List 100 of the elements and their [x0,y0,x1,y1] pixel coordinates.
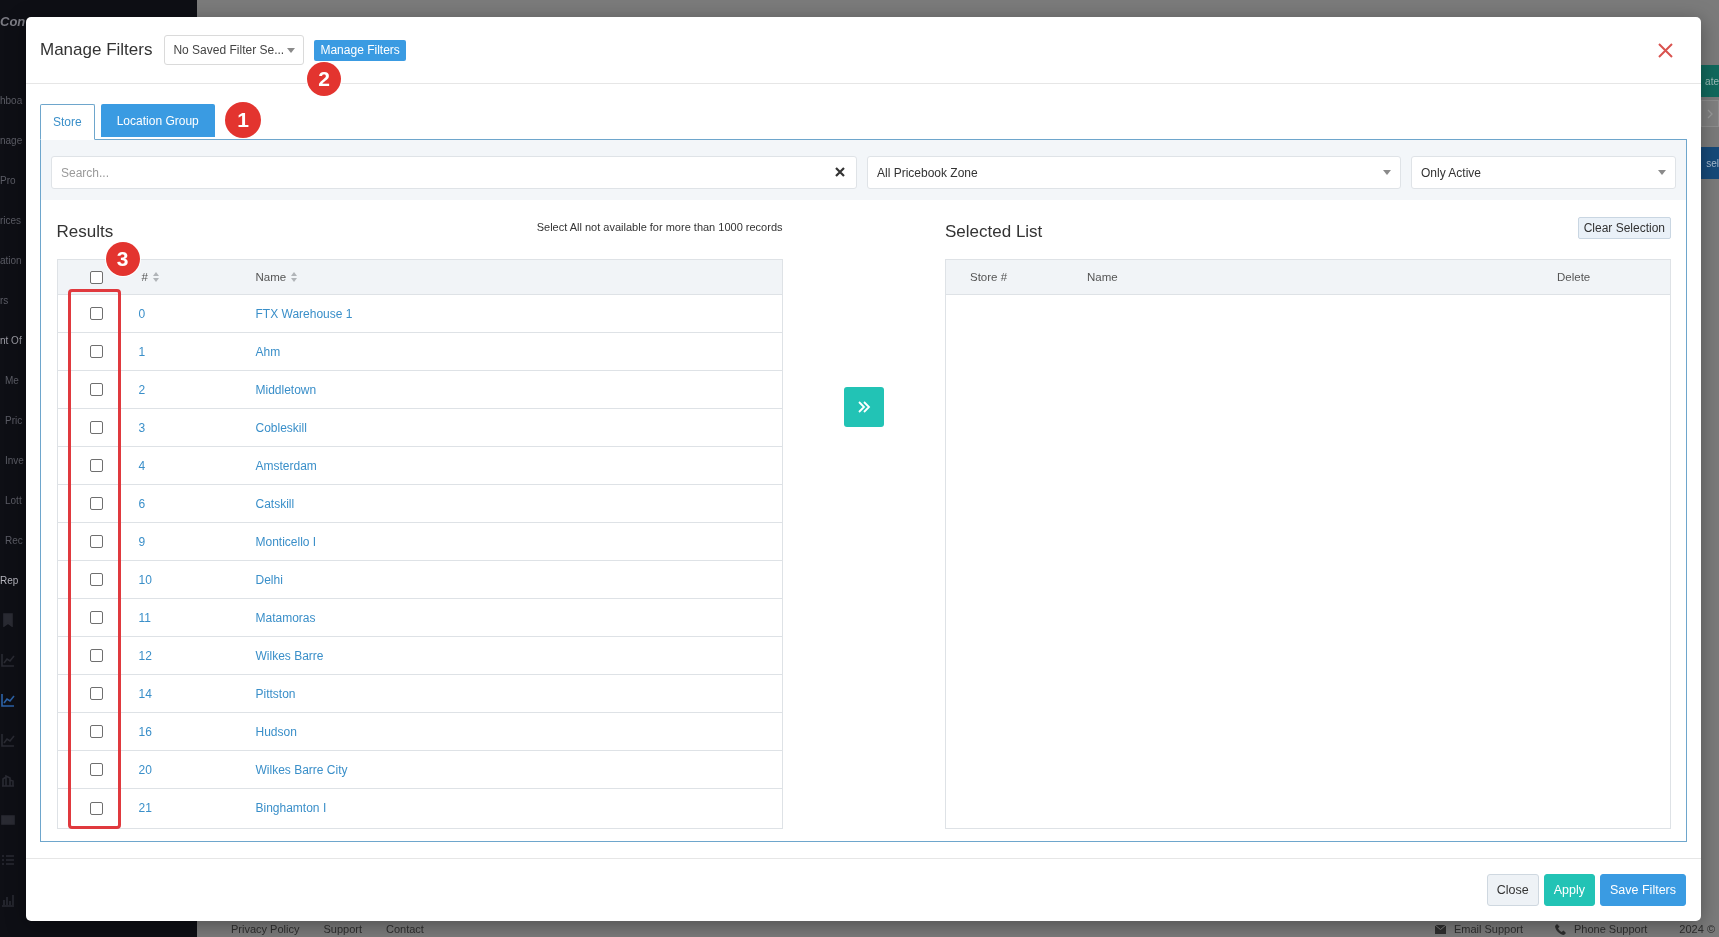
sidebar-item[interactable]: ation [0,254,22,266]
footer-link[interactable]: Privacy Policy [231,923,300,935]
select-all-note: Select All not available for more than 1000 records [536,221,783,233]
app-logo: Con [0,13,26,31]
search-field[interactable]: Search... [51,156,857,189]
sidebar-item[interactable]: Pro [0,174,16,186]
sidebar-subitem[interactable]: Pric [5,414,23,426]
sidebar-subitem[interactable]: Me [5,374,19,386]
store-name-link[interactable]: Wilkes Barre City [255,762,348,777]
phone-icon [1554,923,1566,935]
row-checkbox[interactable] [89,611,103,624]
row-checkbox[interactable] [89,383,103,396]
store-name-link[interactable]: Binghamton I [255,801,327,815]
side-panel-toggle[interactable] [1701,100,1719,127]
close-icon [1657,42,1673,58]
double-chevron-icon [856,401,871,413]
store-name-link[interactable]: Ahm [255,344,281,359]
sidebar-subitem[interactable]: Rec [5,534,23,546]
store-number-link[interactable]: 20 [138,762,152,777]
footer-link[interactable]: Phone Support [1573,923,1648,935]
line-chart-icon[interactable] [1,693,15,707]
caret-icon [1383,170,1391,175]
step-badge: 2 [307,62,341,96]
column-header: Name [1087,271,1118,283]
sidebar-item[interactable]: nage [0,134,23,146]
store-number-link[interactable]: 10 [138,572,152,587]
row-checkbox[interactable] [89,687,103,700]
manage-filters-button[interactable]: Manage Filters [314,39,406,61]
row-checkbox[interactable] [89,497,103,510]
copyright-text: 2024 © [1679,923,1715,935]
row-checkbox[interactable] [89,535,103,548]
store-number-link[interactable]: 4 [138,458,146,473]
clear-icon[interactable] [835,167,845,177]
step-badge: 1 [225,102,261,138]
store-name-link[interactable]: Hudson [255,724,297,739]
row-checkbox[interactable] [89,307,103,320]
row-checkbox[interactable] [89,573,103,586]
status-select[interactable]: Only Active [1411,156,1676,189]
store-name-link[interactable]: Catskill [255,496,295,511]
row-checkbox[interactable] [89,649,103,662]
section-title: Selected List [945,221,1043,243]
store-number-link[interactable]: 1 [138,344,146,359]
clear-selection-button[interactable]: Clear Selection [1577,217,1671,239]
row-checkbox[interactable] [89,725,103,738]
section-title: Results [56,221,114,243]
sidebar-subitem[interactable]: Lott [5,494,22,506]
store-name-link[interactable]: Cobleskill [255,420,307,435]
sidebar-subitem[interactable]: Inve [5,454,24,466]
saved-filter-select[interactable]: No Saved Filter Se... [164,35,305,65]
store-number-link[interactable]: 9 [138,534,146,549]
column-header[interactable]: Name [255,271,287,283]
row-checkbox[interactable] [89,421,103,434]
store-number-link[interactable]: 21 [138,801,152,815]
store-number-link[interactable]: 12 [138,648,152,663]
store-number-link[interactable]: 6 [138,496,146,511]
row-checkbox[interactable] [89,801,103,815]
row-checkbox[interactable] [89,345,103,358]
store-number-link[interactable]: 14 [138,686,152,701]
step-badge: 3 [105,242,140,276]
sidebar-item[interactable]: nt Of [0,334,22,346]
footer-button[interactable]: Save Filters [1600,874,1686,906]
column-header: Store # [970,271,1008,283]
footer-link[interactable]: Email Support [1453,923,1523,935]
partial-button[interactable]: sel [1701,147,1719,179]
sidebar-item[interactable]: rices [0,214,22,226]
store-name-link[interactable]: Pittston [255,686,296,701]
footer-link[interactable]: Support [323,923,362,935]
pricebook-zone-select[interactable]: All Pricebook Zone [867,156,1401,189]
store-name-link[interactable]: Amsterdam [255,458,317,473]
footer-button[interactable]: Apply [1543,874,1595,906]
row-checkbox[interactable] [89,459,103,472]
tab[interactable]: Location Group [100,104,215,137]
store-number-link[interactable]: 3 [138,420,146,435]
caret-icon [1658,170,1666,175]
row-checkbox[interactable] [89,763,103,776]
store-name-link[interactable]: Delhi [255,572,283,587]
sidebar-item[interactable]: Rep [0,574,19,586]
envelope-icon [1434,924,1446,934]
partial-button[interactable]: ate [1701,65,1719,97]
store-number-link[interactable]: 11 [138,610,151,625]
footer-link[interactable]: Contact [386,923,424,935]
store-number-link[interactable]: 0 [138,306,146,321]
tab[interactable]: Store [40,104,95,140]
column-header: Delete [1557,271,1591,283]
caret-icon [287,47,296,53]
store-name-link[interactable]: Matamoras [255,610,316,625]
sidebar-item[interactable]: rs [0,294,9,306]
dialog-title: Manage Filters [40,40,153,60]
store-name-link[interactable]: Middletown [255,382,317,397]
close-button[interactable] [1656,41,1674,59]
column-header[interactable]: # [141,271,148,283]
store-name-link[interactable]: FTX Warehouse 1 [255,306,353,321]
store-name-link[interactable]: Wilkes Barre [255,648,324,663]
chevron-right-icon [1707,108,1713,119]
store-number-link[interactable]: 16 [138,724,152,739]
store-name-link[interactable]: Monticello I [255,534,317,549]
store-number-link[interactable]: 2 [138,382,146,397]
sidebar-item[interactable]: hboa [0,94,23,106]
select-all-checkbox[interactable] [89,270,103,284]
footer-button[interactable]: Close [1486,874,1539,906]
